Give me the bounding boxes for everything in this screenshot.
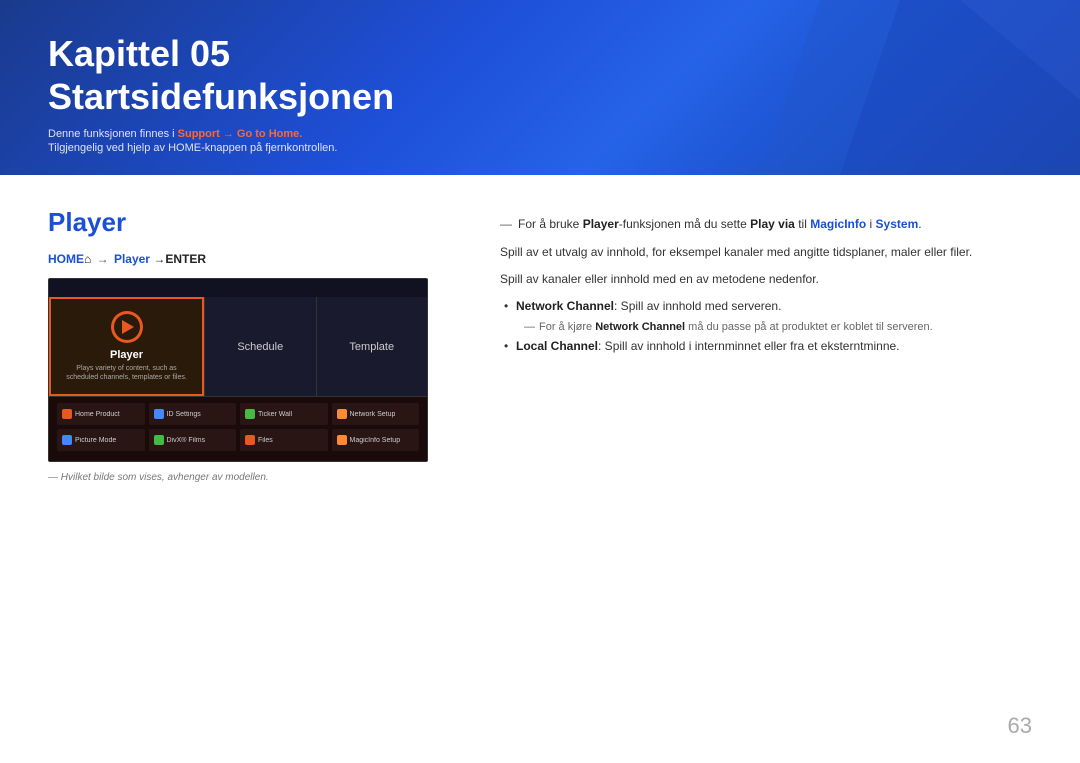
grid-cell: Ticker Wall — [240, 403, 328, 425]
mockup-top-bar — [49, 279, 427, 297]
list-item: Network Channel: Spill av innhold med se… — [500, 297, 1032, 316]
play-icon — [111, 311, 143, 343]
schedule-label: Schedule — [237, 341, 283, 353]
mockup-schedule-tile: Schedule — [204, 297, 317, 396]
ui-mockup: Player Plays variety of content, such as… — [48, 278, 428, 462]
grid-cell-text: Ticker Wall — [258, 411, 292, 418]
grid-cell-text: ID Settings — [167, 411, 201, 418]
main-content: Player HOME⌂ → Player →ENTER Player Play… — [0, 175, 1080, 515]
body-text-2: Spill av kanaler eller innhold med en av… — [500, 270, 1032, 289]
grid-cell: Home Product — [57, 403, 145, 425]
player-tile-label: Player — [110, 349, 143, 361]
mockup-menu-row: Player Plays variety of content, such as… — [49, 297, 427, 397]
grid-row-1: Home Product ID Settings Ticker Wall Net… — [57, 403, 419, 425]
grid-row-2: Picture Mode DivX® Films Files MagicInfo… — [57, 429, 419, 451]
grid-cell: ID Settings — [149, 403, 237, 425]
grid-cell-text: Files — [258, 437, 273, 444]
header-subtitle2: Tilgjengelig ved hjelp av HOME-knappen p… — [48, 142, 1032, 154]
grid-icon — [154, 409, 164, 419]
grid-cell-text: MagicInfo Setup — [350, 437, 401, 444]
play-triangle — [122, 320, 134, 334]
mockup-player-tile: Player Plays variety of content, such as… — [49, 297, 204, 396]
grid-cell-text: Network Setup — [350, 411, 396, 418]
grid-cell: DivX® Films — [149, 429, 237, 451]
grid-cell-text: Home Product — [75, 411, 120, 418]
grid-icon — [62, 435, 72, 445]
grid-cell: Network Setup — [332, 403, 420, 425]
chapter-title: Kapittel 05 Startsidefunksjonen — [48, 32, 1032, 118]
list-item: Local Channel: Spill av innhold i intern… — [500, 337, 1032, 356]
left-column: Player HOME⌂ → Player →ENTER Player Play… — [48, 207, 468, 483]
grid-icon — [62, 409, 72, 419]
breadcrumb: HOME⌂ → Player →ENTER — [48, 252, 468, 266]
header-banner: Kapittel 05 Startsidefunksjonen Denne fu… — [0, 0, 1080, 175]
grid-icon — [337, 435, 347, 445]
header-subtitle: Denne funksjonen finnes i Support → Go t… — [48, 128, 1032, 140]
section-title: Player — [48, 207, 468, 238]
page-number: 63 — [1008, 713, 1032, 739]
template-label: Template — [349, 341, 394, 353]
grid-cell: Files — [240, 429, 328, 451]
note-line: ― For å bruke Player-funksjonen må du se… — [500, 215, 1032, 233]
player-tile-sublabel: Plays variety of content, such as schedu… — [63, 364, 190, 382]
sub-note: ― For å kjøre Network Channel må du pass… — [500, 321, 1032, 333]
mockup-template-tile: Template — [317, 297, 428, 396]
grid-cell: Picture Mode — [57, 429, 145, 451]
caption-text: ― Hvilket bilde som vises, avhenger av m… — [48, 472, 468, 483]
right-column: ― For å bruke Player-funksjonen må du se… — [500, 207, 1032, 483]
body-text-1: Spill av et utvalg av innhold, for eksem… — [500, 243, 1032, 262]
mockup-bottom-grid: Home Product ID Settings Ticker Wall Net… — [49, 397, 427, 461]
grid-cell-text: Picture Mode — [75, 437, 116, 444]
support-link: Support → Go to Home. — [178, 128, 303, 140]
grid-cell: MagicInfo Setup — [332, 429, 420, 451]
grid-icon — [245, 435, 255, 445]
grid-cell-text: DivX® Films — [167, 437, 206, 444]
grid-icon — [245, 409, 255, 419]
bullet-list: Network Channel: Spill av innhold med se… — [500, 297, 1032, 355]
grid-icon — [337, 409, 347, 419]
grid-icon — [154, 435, 164, 445]
